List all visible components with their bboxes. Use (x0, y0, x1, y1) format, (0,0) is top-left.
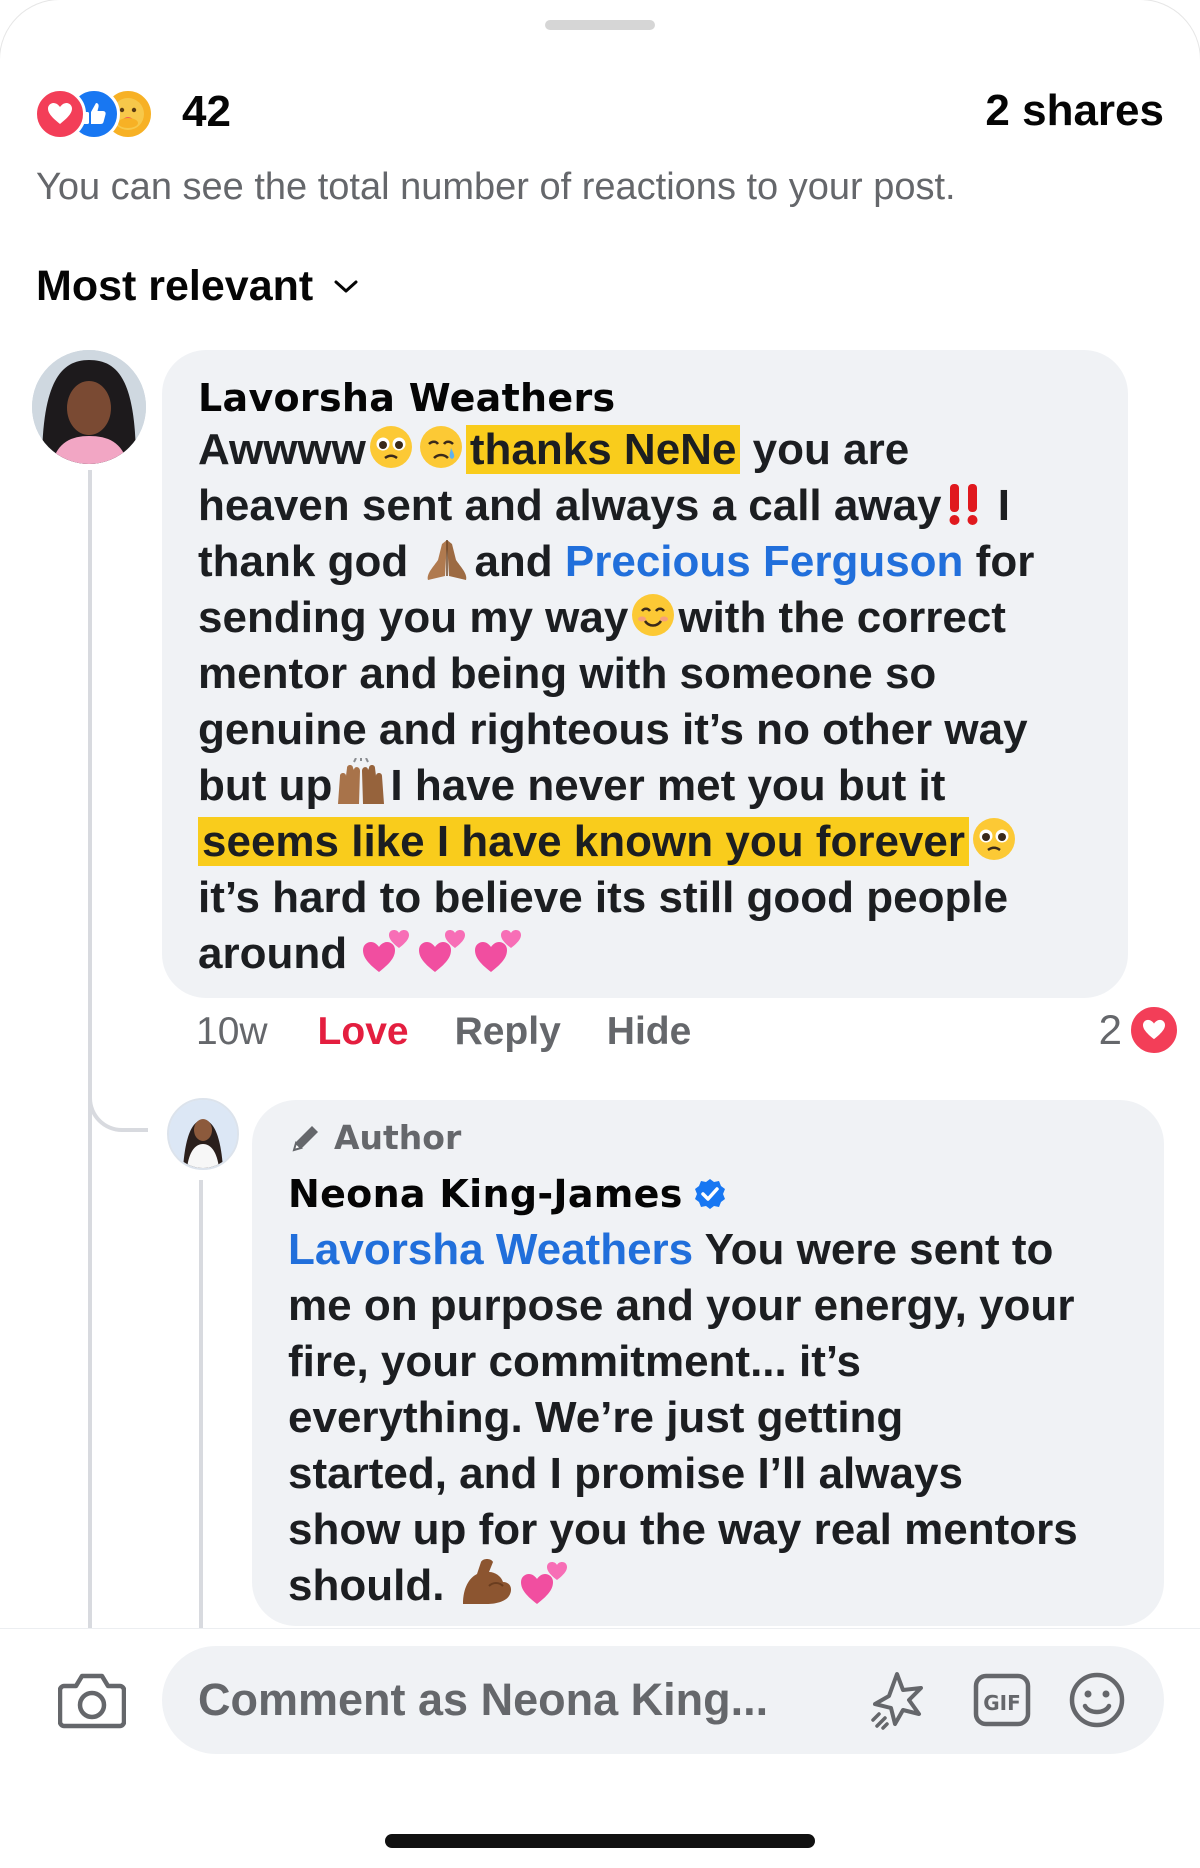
comment-reaction-count[interactable]: 2 (1099, 1004, 1180, 1056)
comment-input-placeholder: Comment as Neona King... (198, 1674, 769, 1725)
reply-text: Lavorsha Weathers You were sent to me on… (288, 1222, 1158, 1614)
comment-line: genuine and righteous it’s no other way (198, 705, 1028, 754)
pencil-icon (292, 1125, 318, 1151)
comment-line: it’s hard to believe its still good peop… (198, 873, 1009, 922)
pleading-face-icon (368, 424, 414, 484)
camera-icon[interactable] (57, 1670, 127, 1735)
love-icon (1128, 1004, 1180, 1056)
comment-line: sending you my way with the correct (198, 590, 1118, 646)
sticker-icon[interactable] (867, 1670, 931, 1735)
mention-link[interactable]: Precious Ferguson (565, 537, 964, 586)
comment-line: heaven sent and always a call away I (198, 478, 1118, 534)
reply-line: Lavorsha Weathers You were sent to (288, 1225, 1054, 1274)
reply-line: show up for you the way real mentors (288, 1505, 1078, 1554)
mention-link[interactable]: Lavorsha Weathers (288, 1225, 693, 1274)
thread-line (88, 470, 92, 1630)
comment-line: Awwww thanks NeNe you are (198, 422, 1118, 478)
gif-icon[interactable]: GIF (970, 1670, 1034, 1735)
love-button[interactable]: Love (318, 1010, 409, 1054)
reactions-summary[interactable]: 42 (34, 86, 231, 140)
verified-badge-icon (694, 1179, 725, 1209)
reply-line: should. (288, 1558, 1158, 1614)
comment-line: but up I have never met you but it (198, 757, 1118, 814)
reaction-icons (34, 86, 174, 140)
sheet-grabber[interactable] (545, 20, 655, 30)
comment-bubble[interactable]: Lavorsha Weathers Awwww thanks NeNe you a… (162, 350, 1128, 998)
avatar-lavorsha[interactable] (32, 350, 146, 464)
sort-label: Most relevant (36, 262, 314, 310)
two-hearts-icon (417, 926, 469, 988)
shares-count[interactable]: 2 shares (985, 86, 1164, 136)
thread-connector (88, 1060, 148, 1132)
two-hearts-icon (361, 926, 413, 988)
praying-hands-icon (422, 536, 472, 596)
gif-label: GIF (983, 1691, 1021, 1715)
comments-sheet: 42 2 shares You can see the total number… (0, 0, 1200, 1868)
highlighted-text: thanks NeNe (465, 425, 741, 474)
comment-actions: 10w Love Reply Hide (196, 1010, 737, 1054)
raising-hands-icon (334, 757, 388, 820)
sort-dropdown[interactable]: Most relevant (36, 262, 359, 311)
comment-text: Awwww thanks NeNe you are heaven sent and… (198, 422, 1118, 982)
reactions-info-text: You can see the total number of reaction… (36, 166, 956, 208)
flexed-biceps-icon (459, 1558, 515, 1620)
thread-line-reply (199, 1180, 203, 1630)
reply-author[interactable]: Neona King-James (288, 1172, 727, 1216)
comment-line: mentor and being with someone so (198, 649, 937, 698)
hide-button[interactable]: Hide (607, 1010, 692, 1054)
two-hearts-icon (473, 926, 525, 988)
reply-line: fire, your commitment... it’s (288, 1337, 861, 1386)
highlighted-text: seems like I have known you forever (198, 817, 969, 866)
comment-line: seems like I have known you forever (198, 814, 1118, 870)
home-indicator[interactable] (385, 1834, 815, 1848)
chevron-down-icon (334, 280, 358, 292)
two-hearts-icon (519, 1558, 571, 1620)
avatar-neona[interactable] (167, 1098, 239, 1170)
pleading-face-icon (971, 816, 1017, 876)
emoji-icon[interactable] (1067, 1670, 1127, 1735)
reply-line: started, and I promise I’ll always (288, 1449, 963, 1498)
love-icon (34, 88, 86, 140)
comment-input[interactable]: Comment as Neona King... GIF (162, 1646, 1164, 1754)
double-exclamation-icon (944, 482, 984, 540)
comment-author[interactable]: Lavorsha Weathers (198, 376, 615, 420)
reaction-count: 42 (182, 87, 231, 136)
smiling-face-icon (630, 592, 676, 652)
reply-line: everything. We’re just getting (288, 1393, 904, 1442)
comment-line: thank god and Precious Ferguson for (198, 534, 1118, 590)
reply-button[interactable]: Reply (455, 1010, 561, 1054)
author-badge: Author (288, 1118, 461, 1157)
reply-bubble[interactable]: Author Neona King-James Lavorsha Weather… (252, 1100, 1164, 1626)
reply-line: me on purpose and your energy, your (288, 1281, 1075, 1330)
comment-line: around (198, 926, 1118, 982)
crying-face-icon (418, 424, 464, 484)
comment-time: 10w (196, 1010, 268, 1053)
